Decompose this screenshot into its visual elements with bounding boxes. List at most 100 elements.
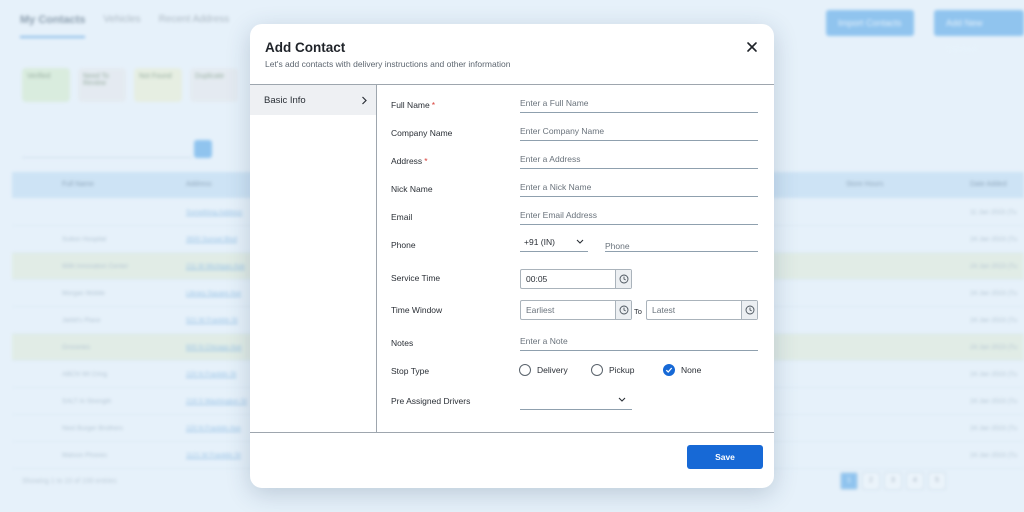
to-label: To xyxy=(634,307,642,316)
notes-label: Notes xyxy=(391,338,414,348)
row-name: Jarbit's Place xyxy=(62,317,101,324)
col-address: Address xyxy=(186,181,212,188)
col-date-added: Date Added xyxy=(970,181,1007,188)
divider xyxy=(376,85,377,432)
stop-type-label: Stop Type xyxy=(391,366,430,376)
nick-name-label: Nick Name xyxy=(391,184,433,194)
row-date: 24 Jan 2023 (Tu xyxy=(970,452,1018,459)
required-marker: * xyxy=(424,156,428,166)
company-name-label: Company Name xyxy=(391,128,453,138)
import-contacts-button: Import Contacts xyxy=(826,10,914,36)
row-address: 1121 W Franklin St xyxy=(186,452,241,459)
clock-icon[interactable] xyxy=(615,301,631,319)
service-time-box xyxy=(520,269,632,289)
background-search-button xyxy=(194,140,212,158)
chevron-right-icon xyxy=(362,96,367,104)
full-name-input[interactable] xyxy=(520,98,758,108)
row-date: 11 Jan 2023 (Tu xyxy=(970,209,1017,216)
pre-assigned-drivers-label: Pre Assigned Drivers xyxy=(391,396,471,406)
radio-none[interactable]: None xyxy=(663,364,701,376)
notes-input[interactable] xyxy=(520,336,758,346)
add-contact-modal: Add Contact Let's add contacts with deli… xyxy=(250,24,774,488)
background-search xyxy=(22,142,192,158)
clock-icon[interactable] xyxy=(615,270,631,288)
pre-assigned-drivers-select[interactable] xyxy=(520,390,632,410)
row-date: 24 Jan 2023 (Tu xyxy=(970,263,1018,270)
earliest-input[interactable] xyxy=(521,301,615,319)
card-duplicate: Duplicate xyxy=(190,68,238,102)
row-date: 24 Jan 2023 (Tu xyxy=(970,371,1018,378)
radio-none-label: None xyxy=(681,365,702,375)
modal-subtitle: Let's add contacts with delivery instruc… xyxy=(265,59,511,69)
address-input[interactable] xyxy=(520,154,758,164)
latest-input[interactable] xyxy=(647,301,741,319)
row-name: SALT Ai Strength xyxy=(62,398,112,405)
email-field xyxy=(520,207,758,225)
background-tabs: My Contacts Vehicles Recent Address xyxy=(20,14,229,38)
nick-name-input[interactable] xyxy=(520,182,758,192)
row-name: Morgan Mobile xyxy=(62,290,105,297)
row-address: 220 N Franklin Ave xyxy=(186,425,241,432)
save-button[interactable]: Save xyxy=(687,445,763,469)
row-name: Groceries xyxy=(62,344,91,351)
email-input[interactable] xyxy=(520,210,758,220)
row-name: Next Burger Brothers xyxy=(62,425,124,432)
radio-circle[interactable] xyxy=(591,364,603,376)
status-cards: Verified Need To Review Not Found Duplic… xyxy=(22,68,238,102)
phone-input[interactable] xyxy=(605,241,758,251)
sidebar-item-label: Basic Info xyxy=(264,94,306,106)
radio-pickup[interactable]: Pickup xyxy=(591,364,635,376)
service-time-label: Service Time xyxy=(391,273,441,283)
card-not-found: Not Found xyxy=(134,68,182,102)
company-name-input[interactable] xyxy=(520,126,758,136)
col-full-name: Full Name xyxy=(62,181,94,188)
radio-delivery[interactable]: Delivery xyxy=(519,364,568,376)
full-name-label-text: Full Name xyxy=(391,100,430,110)
row-address: 220 N Franklin St xyxy=(186,371,237,378)
row-date: 24 Jan 2023 (Tu xyxy=(970,425,1018,432)
radio-circle[interactable] xyxy=(519,364,531,376)
row-name: With Innovation Center xyxy=(62,263,129,270)
add-new-contact-button: Add New Contact xyxy=(934,10,1024,54)
service-time-input[interactable] xyxy=(521,270,615,288)
row-address: 521 W Franklin St xyxy=(186,317,238,324)
col-store-hours: Store Hours xyxy=(846,181,884,188)
chevron-down-icon xyxy=(576,239,584,244)
tab-my-contacts: My Contacts xyxy=(20,14,86,38)
phone-field xyxy=(605,232,758,252)
phone-label: Phone xyxy=(391,240,416,250)
address-field xyxy=(520,151,758,169)
required-marker: * xyxy=(431,100,436,110)
full-name-field xyxy=(520,95,758,113)
time-window-label: Time Window xyxy=(391,305,443,315)
company-name-field xyxy=(520,123,758,141)
page-1: 1 xyxy=(840,472,858,490)
country-code-select[interactable]: +91 (IN) xyxy=(520,232,588,252)
page-2: 2 xyxy=(862,472,880,490)
row-name: Matson Phones xyxy=(62,452,108,459)
clock-icon[interactable] xyxy=(741,301,757,319)
row-name: ABCN Wt Cring xyxy=(62,371,108,378)
divider xyxy=(250,432,774,433)
modal-title: Add Contact xyxy=(265,40,346,55)
address-label: Address * xyxy=(391,156,428,166)
row-address: 219 S Washington St xyxy=(186,398,247,405)
background-pagination: 1 2 3 4 5 xyxy=(840,472,946,490)
notes-field xyxy=(520,333,758,351)
tab-vehicles: Vehicles xyxy=(103,14,141,25)
row-date: 24 Jan 2023 (Tu xyxy=(970,344,1018,351)
check-icon xyxy=(665,367,673,373)
full-name-label: Full Name * xyxy=(391,100,435,110)
row-date: 24 Jan 2023 (Tu xyxy=(970,398,1018,405)
latest-box xyxy=(646,300,758,320)
sidebar-item-basic-info[interactable]: Basic Info xyxy=(250,85,376,115)
card-verified: Verified xyxy=(22,68,70,102)
radio-checked[interactable] xyxy=(663,364,675,376)
chevron-down-icon xyxy=(618,397,626,402)
earliest-box xyxy=(520,300,632,320)
close-icon[interactable] xyxy=(746,41,758,53)
page-5: 5 xyxy=(928,472,946,490)
row-date: 24 Jan 2023 (Tu xyxy=(970,317,1018,324)
radio-pickup-label: Pickup xyxy=(609,365,635,375)
address-label-text: Address xyxy=(391,156,423,166)
